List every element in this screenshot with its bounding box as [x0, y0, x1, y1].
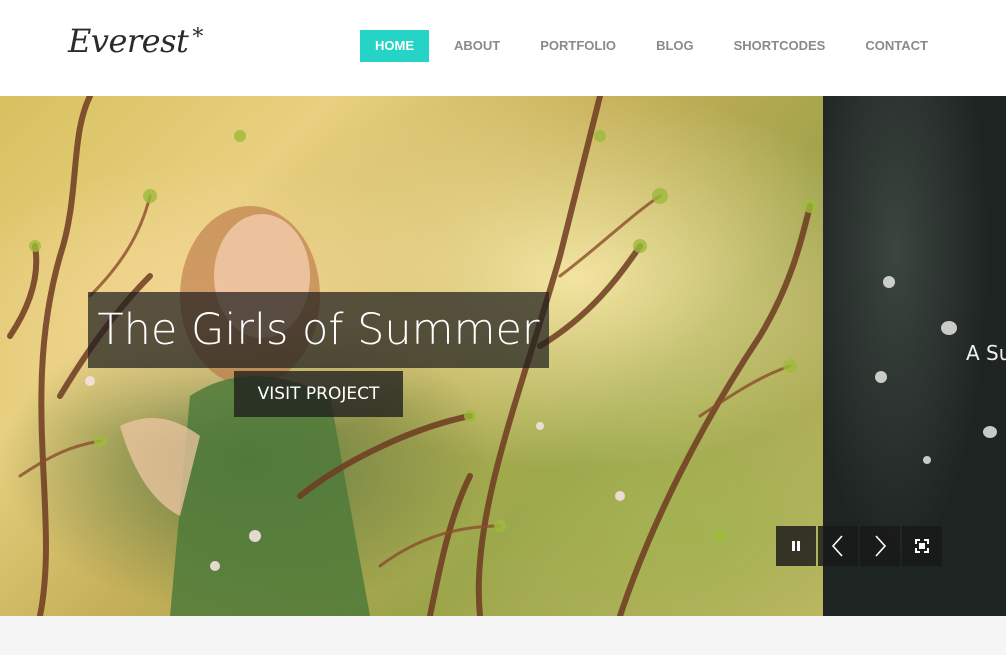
slide-caption-box: The Girls of Summer: [88, 292, 549, 368]
wall-speck: [875, 371, 887, 383]
logo-text: Everest: [68, 22, 189, 60]
site-header: Everest * HOME ABOUT PORTFOLIO BLOG SHORT…: [0, 0, 1006, 96]
main-nav: HOME ABOUT PORTFOLIO BLOG SHORTCODES CON…: [360, 30, 943, 62]
wall-speck: [883, 276, 895, 288]
nav-item-blog[interactable]: BLOG: [641, 30, 709, 62]
next-slide-button[interactable]: [860, 526, 900, 566]
arrow-left-icon: [831, 535, 843, 557]
content-strip: [0, 616, 1006, 655]
nav-item-home[interactable]: HOME: [360, 30, 429, 62]
site-logo[interactable]: Everest *: [68, 22, 203, 60]
visit-project-button[interactable]: VISIT PROJECT: [234, 371, 403, 417]
nav-item-portfolio[interactable]: PORTFOLIO: [525, 30, 631, 62]
nav-item-shortcodes[interactable]: SHORTCODES: [719, 30, 841, 62]
slider-controls: [776, 526, 944, 566]
wall-speck: [941, 321, 957, 335]
prev-slide-button[interactable]: [818, 526, 858, 566]
hero-slider[interactable]: A Su The Girls of Summer VISIT PROJECT: [0, 96, 1006, 616]
fullscreen-button[interactable]: [902, 526, 942, 566]
arrow-right-icon: [875, 535, 887, 557]
wall-speck: [923, 456, 931, 464]
slide-title: The Girls of Summer: [97, 305, 540, 355]
nav-item-contact[interactable]: CONTACT: [850, 30, 943, 62]
pause-button[interactable]: [776, 526, 816, 566]
pause-icon: [792, 541, 800, 551]
nav-item-about[interactable]: ABOUT: [439, 30, 515, 62]
next-slide-caption: A Su: [966, 341, 1006, 365]
logo-star-icon: *: [192, 25, 203, 50]
wall-speck: [983, 426, 997, 438]
fullscreen-icon: [915, 539, 929, 553]
